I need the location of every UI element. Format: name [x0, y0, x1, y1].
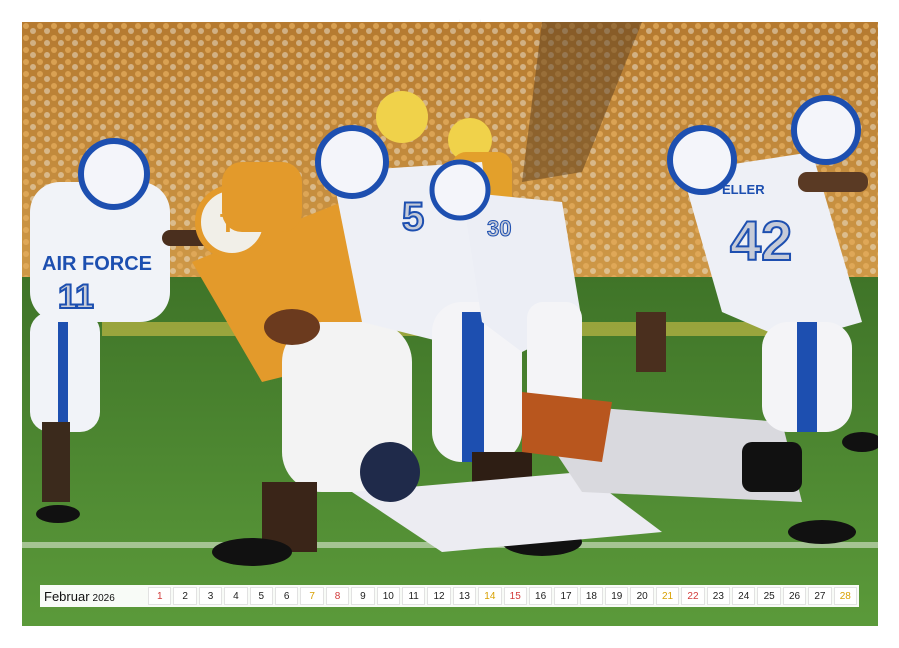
month-label: Februar 2026 — [44, 589, 148, 604]
day-cell: 5 — [249, 587, 274, 605]
day-cell: 14 — [478, 587, 502, 605]
day-cell: 24 — [732, 587, 756, 605]
day-cell: 2 — [173, 587, 197, 605]
football-photo: AIR FORCE 11 T 5 — [22, 22, 878, 626]
day-cell: 23 — [706, 587, 731, 605]
day-cell: 17 — [554, 587, 578, 605]
day-cell: 11 — [401, 587, 426, 605]
calendar-bar: Februar 2026 1 2 3 4 5 6 7 8 9 10 11 12 13 14 15 16 17 18… — [40, 585, 859, 607]
jersey-number-right: 42 — [730, 209, 792, 272]
day-cell: 22 — [681, 587, 705, 605]
day-cell: 18 — [579, 587, 604, 605]
day-cell: 26 — [782, 587, 807, 605]
jersey-number-left: 11 — [58, 278, 94, 316]
day-cell: 28 — [833, 587, 857, 605]
day-cell: 4 — [224, 587, 248, 605]
jersey-name-right: ELLER — [722, 182, 765, 197]
jersey-number-center: 5 — [402, 195, 424, 239]
day-cell: 15 — [503, 587, 527, 605]
day-row: 1 2 3 4 5 6 7 8 9 10 11 12 13 14 15 16 17 18 19 20 21 22 23 24 2… — [148, 587, 857, 605]
jersey-text-left: AIR FORCE — [42, 253, 152, 275]
jersey-number-mid: 30 — [487, 216, 511, 241]
day-cell: 1 — [148, 587, 172, 605]
day-cell: 6 — [275, 587, 299, 605]
day-cell: 12 — [427, 587, 451, 605]
photo-illustration: AIR FORCE 11 T 5 — [22, 22, 878, 626]
day-cell: 16 — [528, 587, 553, 605]
day-cell: 27 — [808, 587, 832, 605]
day-cell: 7 — [300, 587, 324, 605]
day-cell: 9 — [351, 587, 375, 605]
day-cell: 13 — [452, 587, 477, 605]
day-cell: 25 — [757, 587, 781, 605]
day-cell: 10 — [376, 587, 400, 605]
day-cell: 21 — [655, 587, 680, 605]
month-name: Februar — [44, 588, 90, 604]
day-cell: 8 — [325, 587, 350, 605]
day-cell: 19 — [605, 587, 629, 605]
day-cell: 3 — [198, 587, 223, 605]
day-cell: 20 — [630, 587, 654, 605]
year-label: 2026 — [92, 592, 115, 604]
